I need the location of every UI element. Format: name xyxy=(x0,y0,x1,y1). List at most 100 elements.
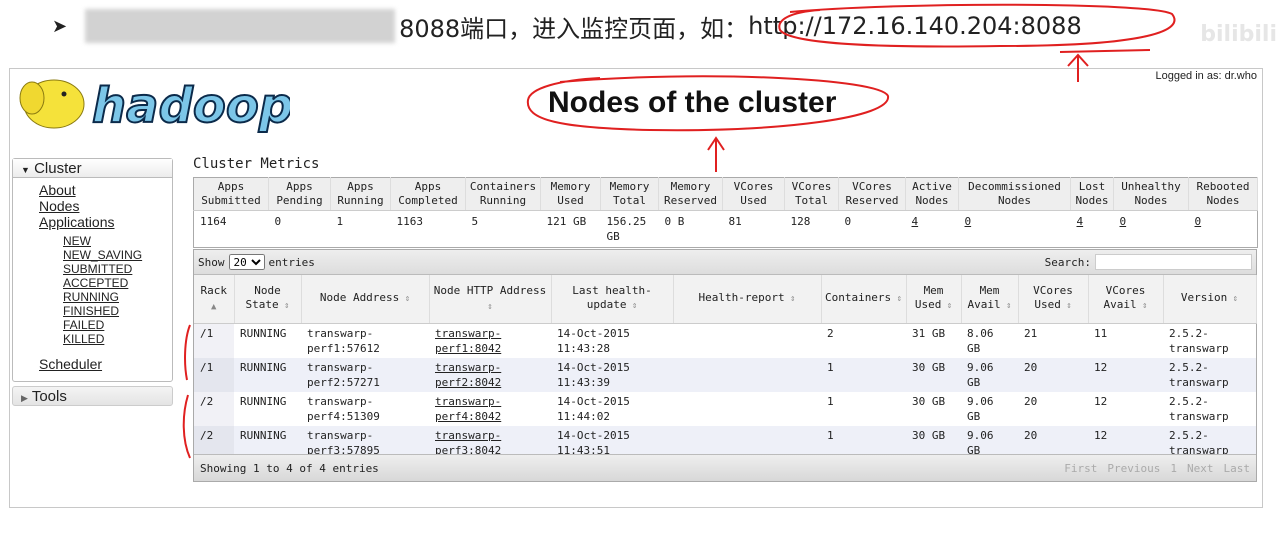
cell-text: 2.5.2-transwarp xyxy=(1169,428,1229,457)
table-cell: transwarp-perf2:8042 xyxy=(429,357,551,392)
pager-next[interactable]: Next xyxy=(1187,462,1214,475)
table-cell: RUNNING xyxy=(234,357,301,392)
sidebar-item-applications[interactable]: Applications xyxy=(39,214,172,230)
cell-text: 14-Oct-2015 11:43:51 xyxy=(557,428,630,457)
column-header-sortable[interactable]: Last health-update ⇕ xyxy=(551,275,674,324)
column-header-sortable[interactable]: Mem Used ⇕ xyxy=(906,275,962,324)
search-input[interactable] xyxy=(1095,254,1252,270)
table-cell: 11 xyxy=(1088,323,1163,358)
metric-value: 1 xyxy=(331,211,391,248)
sidebar-state-running[interactable]: RUNNING xyxy=(63,290,172,304)
entries-label: entries xyxy=(268,255,315,269)
sidebar-tools-header[interactable]: ▶ Tools xyxy=(12,386,173,406)
node-http-link[interactable]: transwarp-perf2:8042 xyxy=(435,361,501,389)
metric-value: 5 xyxy=(466,211,541,248)
column-header-sortable[interactable]: Node Address ⇕ xyxy=(301,275,430,324)
page-length-select[interactable]: 20 xyxy=(228,254,265,270)
metric-link[interactable]: 4 xyxy=(1077,215,1084,228)
column-header-sortable[interactable]: Rack ▲ xyxy=(194,275,235,324)
table-cell xyxy=(673,323,821,358)
column-header-sortable[interactable]: Health-report ⇕ xyxy=(673,275,822,324)
column-header-sortable[interactable]: VCores Avail ⇕ xyxy=(1088,275,1164,324)
table-cell: transwarp-perf4:8042 xyxy=(429,391,551,426)
table-cell xyxy=(673,391,821,426)
cell-text: transwarp-perf4:51309 xyxy=(307,394,380,423)
metric-header: Memory Total xyxy=(600,177,659,211)
sidebar-item-about[interactable]: About xyxy=(39,182,172,198)
sidebar-state-finished[interactable]: FINISHED xyxy=(63,304,172,318)
column-header-label: Node State xyxy=(245,284,281,312)
bullet-arrow-icon: ➤ xyxy=(52,15,68,37)
sort-both-icon: ⇕ xyxy=(891,294,903,305)
sidebar-state-failed[interactable]: FAILED xyxy=(63,318,172,332)
column-header-sortable[interactable]: Node State ⇕ xyxy=(234,275,302,324)
pager-1[interactable]: 1 xyxy=(1170,462,1177,475)
table-row: /1 RUNNING transwarp-perf2:57271 transwarp-… xyxy=(194,357,1256,392)
table-cell: 8.06 GB xyxy=(961,323,1018,358)
sidebar-cluster-header[interactable]: ▼ Cluster xyxy=(13,159,172,178)
table-cell: RUNNING xyxy=(234,391,301,426)
metric-header: VCores Total xyxy=(784,177,839,211)
pager-first[interactable]: First xyxy=(1064,462,1097,475)
pager-last[interactable]: Last xyxy=(1224,462,1251,475)
metric-value: 0 xyxy=(1114,211,1189,248)
cell-text: 11 xyxy=(1094,326,1108,340)
nodes-datatable: Show 20 entries Search: Rack ▲ Node State… xyxy=(193,249,1257,482)
sidebar-state-new[interactable]: NEW xyxy=(63,234,172,248)
metric-link[interactable]: 0 xyxy=(965,215,972,228)
metric-link[interactable]: 0 xyxy=(1195,215,1202,228)
sidebar-state-accepted[interactable]: ACCEPTED xyxy=(63,276,172,290)
metric-value: 1164 xyxy=(194,211,269,248)
sidebar-state-submitted[interactable]: SUBMITTED xyxy=(63,262,172,276)
sidebar-state-new_saving[interactable]: NEW_SAVING xyxy=(63,248,172,262)
cell-text: 30 GB xyxy=(912,428,946,442)
caret-down-icon: ▼ xyxy=(21,165,30,175)
hadoop-logo[interactable]: hadoop xyxy=(14,70,290,134)
cell-text: 1 xyxy=(827,428,834,442)
sidebar: ▼ Cluster About Nodes Applications NEW NE… xyxy=(12,158,173,382)
metric-header: Lost Nodes xyxy=(1070,177,1114,211)
column-header-sortable[interactable]: Version ⇕ xyxy=(1163,275,1257,324)
cell-text: 8.06 GB xyxy=(967,326,994,355)
pager-previous[interactable]: Previous xyxy=(1107,462,1160,475)
cell-text: /1 xyxy=(200,326,214,340)
caption-url: http://172.16.140.204:8088 xyxy=(748,12,1082,40)
metric-link[interactable]: 4 xyxy=(912,215,919,228)
cell-text: 20 xyxy=(1024,360,1038,374)
metric-text: 1 xyxy=(336,215,344,228)
metric-header: VCores Used xyxy=(722,177,785,211)
metric-value: 4 xyxy=(906,211,959,248)
sidebar-item-scheduler[interactable]: Scheduler xyxy=(39,356,172,372)
sort-both-icon: ⇕ xyxy=(784,294,796,305)
cell-text: 20 xyxy=(1024,394,1038,408)
sidebar-item-nodes[interactable]: Nodes xyxy=(39,198,172,214)
table-cell: 31 GB xyxy=(906,323,961,358)
metric-value: 0 xyxy=(1189,211,1258,248)
sort-asc-icon: ▲ xyxy=(211,301,217,312)
column-header-sortable[interactable]: VCores Used ⇕ xyxy=(1018,275,1089,324)
metric-text: 156.25 GB xyxy=(606,215,647,243)
node-http-link[interactable]: transwarp-perf1:8042 xyxy=(435,327,501,355)
column-header-sortable[interactable]: Containers ⇕ xyxy=(821,275,907,324)
column-header-label: Version xyxy=(1180,291,1228,305)
node-http-link[interactable]: transwarp-perf3:8042 xyxy=(435,429,501,457)
column-header-sortable[interactable]: Node HTTP Address ⇕ xyxy=(429,275,552,324)
column-header-label: Node Address xyxy=(319,291,400,305)
sidebar-state-killed[interactable]: KILLED xyxy=(63,332,172,346)
sort-both-icon: ⇕ xyxy=(1227,294,1239,305)
metric-link[interactable]: 0 xyxy=(1120,215,1127,228)
entries-info: Showing 1 to 4 of 4 entries xyxy=(200,461,379,475)
page-title: Nodes of the cluster xyxy=(548,86,837,119)
table-cell: 12 xyxy=(1088,391,1163,426)
node-http-link[interactable]: transwarp-perf4:8042 xyxy=(435,395,501,423)
table-cell: 20 xyxy=(1018,391,1088,426)
column-header-sortable[interactable]: Mem Avail ⇕ xyxy=(961,275,1019,324)
table-cell: /2 xyxy=(194,391,234,426)
column-header-label: Rack xyxy=(200,283,228,297)
table-cell: 2.5.2-transwarp xyxy=(1163,391,1256,426)
cluster-metrics-label: Cluster Metrics xyxy=(193,156,320,172)
search-label: Search: xyxy=(1044,255,1091,269)
slide-caption: ➤ 8088端口，进入监控页面，如： http://172.16.140.204… xyxy=(52,8,1082,44)
metric-value: 4 xyxy=(1071,211,1114,248)
table-cell: 20 xyxy=(1018,357,1088,392)
